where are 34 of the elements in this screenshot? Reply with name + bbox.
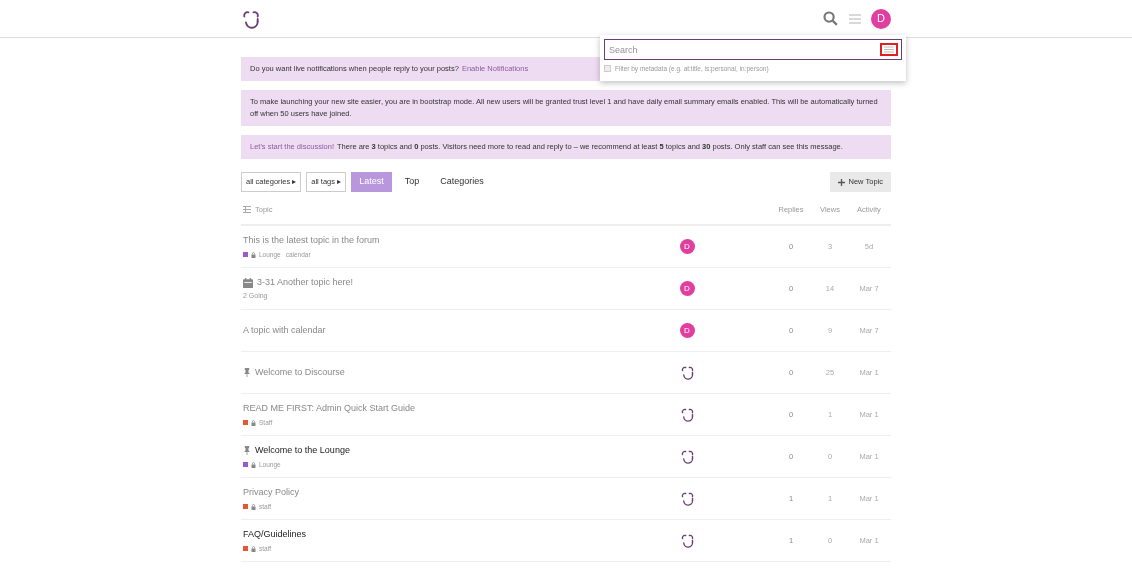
topic-title[interactable]: 3-31 Another topic here! [243,275,354,290]
topic-title[interactable]: Privacy Policy [243,486,299,500]
user-avatar[interactable]: D [679,281,695,297]
user-avatar[interactable]: D [679,239,695,255]
list-icon [243,206,251,214]
user-avatar[interactable]: D [679,323,695,339]
logo-icon [241,8,261,29]
nav-tab[interactable]: Top [396,172,428,192]
search-options-button[interactable] [880,43,898,56]
topic-title[interactable]: Welcome to the Lounge [243,444,350,458]
options-icon [884,46,894,53]
calendar-icon [243,277,253,288]
topic-title[interactable]: READ ME FIRST: Admin Quick Start Guide [243,402,416,416]
lock-icon [251,419,256,426]
checkbox[interactable] [604,65,611,73]
logo-icon [679,491,695,507]
plus-icon [837,178,845,186]
nav-tab[interactable]: Categories [432,172,492,192]
lock-icon [251,251,256,258]
topic-title[interactable]: FAQ/Guidelines [243,528,307,542]
lock-icon [251,545,256,552]
topic-title[interactable]: A topic with calendar [243,324,326,338]
nav-tab[interactable]: Latest [351,172,392,192]
logo-icon [679,365,695,381]
lock-icon [251,503,256,510]
topic-title[interactable]: Welcome to Discourse [243,366,345,380]
logo-icon [679,533,695,549]
lock-icon [251,461,256,468]
search-field[interactable]: Search [604,39,902,60]
logo-icon [679,407,695,423]
logo-icon [679,449,695,465]
search-icon[interactable] [822,10,839,27]
user-avatar[interactable]: D [871,8,891,29]
topic-title[interactable]: This is the latest topic in the forum [243,234,380,248]
